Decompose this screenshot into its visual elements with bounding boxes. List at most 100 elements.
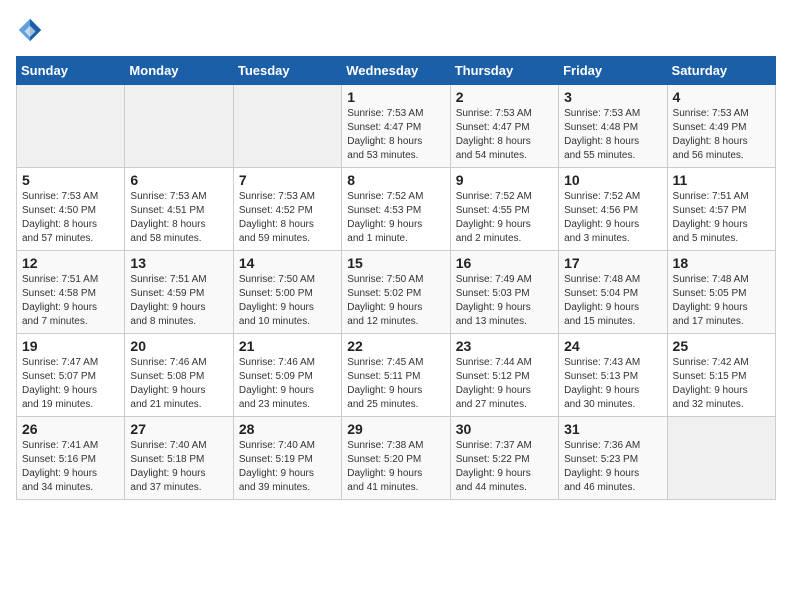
- calendar-week-5: 26 Sunrise: 7:41 AM Sunset: 5:16 PM Dayli…: [17, 417, 776, 500]
- calendar-cell: 9 Sunrise: 7:52 AM Sunset: 4:55 PM Daylig…: [450, 168, 558, 251]
- day-number: 2: [456, 89, 553, 105]
- day-number: 15: [347, 255, 444, 271]
- day-info: Sunrise: 7:47 AM Sunset: 5:07 PM Dayligh…: [22, 356, 119, 412]
- day-info: Sunrise: 7:53 AM Sunset: 4:48 PM Dayligh…: [564, 107, 661, 163]
- calendar-cell: 13 Sunrise: 7:51 AM Sunset: 4:59 PM Dayli…: [125, 251, 233, 334]
- day-info: Sunrise: 7:51 AM Sunset: 4:58 PM Dayligh…: [22, 273, 119, 329]
- calendar-week-2: 5Sunrise: 7:53 AM Sunset: 4:50 PM Daylig…: [17, 168, 776, 251]
- day-number: 14: [239, 255, 336, 271]
- day-info: Sunrise: 7:42 AM Sunset: 5:15 PM Dayligh…: [673, 356, 770, 412]
- calendar-cell: 15 Sunrise: 7:50 AM Sunset: 5:02 PM Dayli…: [342, 251, 450, 334]
- day-info: Sunrise: 7:53 AM Sunset: 4:49 PM Dayligh…: [673, 107, 770, 163]
- calendar-cell: 27 Sunrise: 7:40 AM Sunset: 5:18 PM Dayli…: [125, 417, 233, 500]
- calendar-cell: 22Sunrise: 7:45 AM Sunset: 5:11 PM Dayli…: [342, 334, 450, 417]
- calendar-week-3: 12 Sunrise: 7:51 AM Sunset: 4:58 PM Dayli…: [17, 251, 776, 334]
- day-number: 16: [456, 255, 553, 271]
- calendar-cell: 26 Sunrise: 7:41 AM Sunset: 5:16 PM Dayli…: [17, 417, 125, 500]
- day-info: Sunrise: 7:36 AM Sunset: 5:23 PM Dayligh…: [564, 439, 661, 495]
- day-number: 12: [22, 255, 119, 271]
- day-header-sunday: Sunday: [17, 57, 125, 85]
- day-number: 13: [130, 255, 227, 271]
- day-info: Sunrise: 7:53 AM Sunset: 4:47 PM Dayligh…: [347, 107, 444, 163]
- day-info: Sunrise: 7:41 AM Sunset: 5:16 PM Dayligh…: [22, 439, 119, 495]
- day-number: 31: [564, 421, 661, 437]
- day-info: Sunrise: 7:52 AM Sunset: 4:53 PM Dayligh…: [347, 190, 444, 246]
- day-header-wednesday: Wednesday: [342, 57, 450, 85]
- day-number: 26: [22, 421, 119, 437]
- day-number: 27: [130, 421, 227, 437]
- day-number: 1: [347, 89, 444, 105]
- calendar-cell: 24 Sunrise: 7:43 AM Sunset: 5:13 PM Dayli…: [559, 334, 667, 417]
- calendar-cell: 8 Sunrise: 7:52 AM Sunset: 4:53 PM Daylig…: [342, 168, 450, 251]
- day-info: Sunrise: 7:51 AM Sunset: 4:57 PM Dayligh…: [673, 190, 770, 246]
- day-number: 9: [456, 172, 553, 188]
- day-info: Sunrise: 7:49 AM Sunset: 5:03 PM Dayligh…: [456, 273, 553, 329]
- day-number: 28: [239, 421, 336, 437]
- day-info: Sunrise: 7:52 AM Sunset: 4:56 PM Dayligh…: [564, 190, 661, 246]
- day-number: 7: [239, 172, 336, 188]
- calendar-cell: 16 Sunrise: 7:49 AM Sunset: 5:03 PM Dayli…: [450, 251, 558, 334]
- calendar-week-1: 1 Sunrise: 7:53 AM Sunset: 4:47 PM Daylig…: [17, 85, 776, 168]
- day-number: 17: [564, 255, 661, 271]
- logo: [16, 16, 48, 44]
- page-header: [16, 16, 776, 44]
- day-info: Sunrise: 7:43 AM Sunset: 5:13 PM Dayligh…: [564, 356, 661, 412]
- day-number: 23: [456, 338, 553, 354]
- day-info: Sunrise: 7:44 AM Sunset: 5:12 PM Dayligh…: [456, 356, 553, 412]
- day-number: 24: [564, 338, 661, 354]
- calendar-cell: 7 Sunrise: 7:53 AM Sunset: 4:52 PM Daylig…: [233, 168, 341, 251]
- day-header-thursday: Thursday: [450, 57, 558, 85]
- calendar-cell: 14Sunrise: 7:50 AM Sunset: 5:00 PM Dayli…: [233, 251, 341, 334]
- calendar-cell: 19Sunrise: 7:47 AM Sunset: 5:07 PM Dayli…: [17, 334, 125, 417]
- calendar-cell: 21 Sunrise: 7:46 AM Sunset: 5:09 PM Dayli…: [233, 334, 341, 417]
- calendar-cell: 25Sunrise: 7:42 AM Sunset: 5:15 PM Dayli…: [667, 334, 775, 417]
- day-number: 8: [347, 172, 444, 188]
- calendar-cell: 11 Sunrise: 7:51 AM Sunset: 4:57 PM Dayli…: [667, 168, 775, 251]
- day-number: 21: [239, 338, 336, 354]
- calendar-cell: 2 Sunrise: 7:53 AM Sunset: 4:47 PM Daylig…: [450, 85, 558, 168]
- day-header-monday: Monday: [125, 57, 233, 85]
- day-info: Sunrise: 7:51 AM Sunset: 4:59 PM Dayligh…: [130, 273, 227, 329]
- calendar-cell: 6Sunrise: 7:53 AM Sunset: 4:51 PM Daylig…: [125, 168, 233, 251]
- calendar-cell: 29 Sunrise: 7:38 AM Sunset: 5:20 PM Dayli…: [342, 417, 450, 500]
- day-number: 30: [456, 421, 553, 437]
- day-info: Sunrise: 7:37 AM Sunset: 5:22 PM Dayligh…: [456, 439, 553, 495]
- day-info: Sunrise: 7:40 AM Sunset: 5:19 PM Dayligh…: [239, 439, 336, 495]
- day-header-saturday: Saturday: [667, 57, 775, 85]
- day-number: 4: [673, 89, 770, 105]
- logo-icon: [16, 16, 44, 44]
- calendar-cell: 28 Sunrise: 7:40 AM Sunset: 5:19 PM Dayli…: [233, 417, 341, 500]
- day-info: Sunrise: 7:45 AM Sunset: 5:11 PM Dayligh…: [347, 356, 444, 412]
- day-info: Sunrise: 7:38 AM Sunset: 5:20 PM Dayligh…: [347, 439, 444, 495]
- calendar-cell: [17, 85, 125, 168]
- day-info: Sunrise: 7:53 AM Sunset: 4:47 PM Dayligh…: [456, 107, 553, 163]
- calendar-cell: 4 Sunrise: 7:53 AM Sunset: 4:49 PM Daylig…: [667, 85, 775, 168]
- day-number: 29: [347, 421, 444, 437]
- day-info: Sunrise: 7:48 AM Sunset: 5:05 PM Dayligh…: [673, 273, 770, 329]
- day-number: 6: [130, 172, 227, 188]
- calendar-cell: [233, 85, 341, 168]
- day-info: Sunrise: 7:40 AM Sunset: 5:18 PM Dayligh…: [130, 439, 227, 495]
- calendar-table: SundayMondayTuesdayWednesdayThursdayFrid…: [16, 56, 776, 500]
- day-number: 18: [673, 255, 770, 271]
- day-info: Sunrise: 7:53 AM Sunset: 4:50 PM Dayligh…: [22, 190, 119, 246]
- calendar-cell: 5Sunrise: 7:53 AM Sunset: 4:50 PM Daylig…: [17, 168, 125, 251]
- calendar-cell: 3Sunrise: 7:53 AM Sunset: 4:48 PM Daylig…: [559, 85, 667, 168]
- day-info: Sunrise: 7:53 AM Sunset: 4:52 PM Dayligh…: [239, 190, 336, 246]
- calendar-cell: [667, 417, 775, 500]
- day-info: Sunrise: 7:52 AM Sunset: 4:55 PM Dayligh…: [456, 190, 553, 246]
- day-number: 11: [673, 172, 770, 188]
- calendar-cell: [125, 85, 233, 168]
- calendar-cell: 31 Sunrise: 7:36 AM Sunset: 5:23 PM Dayli…: [559, 417, 667, 500]
- day-header-tuesday: Tuesday: [233, 57, 341, 85]
- day-info: Sunrise: 7:46 AM Sunset: 5:09 PM Dayligh…: [239, 356, 336, 412]
- calendar-cell: 17Sunrise: 7:48 AM Sunset: 5:04 PM Dayli…: [559, 251, 667, 334]
- calendar-cell: 20Sunrise: 7:46 AM Sunset: 5:08 PM Dayli…: [125, 334, 233, 417]
- calendar-cell: 10Sunrise: 7:52 AM Sunset: 4:56 PM Dayli…: [559, 168, 667, 251]
- calendar-cell: 1 Sunrise: 7:53 AM Sunset: 4:47 PM Daylig…: [342, 85, 450, 168]
- day-info: Sunrise: 7:50 AM Sunset: 5:02 PM Dayligh…: [347, 273, 444, 329]
- day-info: Sunrise: 7:46 AM Sunset: 5:08 PM Dayligh…: [130, 356, 227, 412]
- calendar-week-4: 19Sunrise: 7:47 AM Sunset: 5:07 PM Dayli…: [17, 334, 776, 417]
- calendar-header-row: SundayMondayTuesdayWednesdayThursdayFrid…: [17, 57, 776, 85]
- day-header-friday: Friday: [559, 57, 667, 85]
